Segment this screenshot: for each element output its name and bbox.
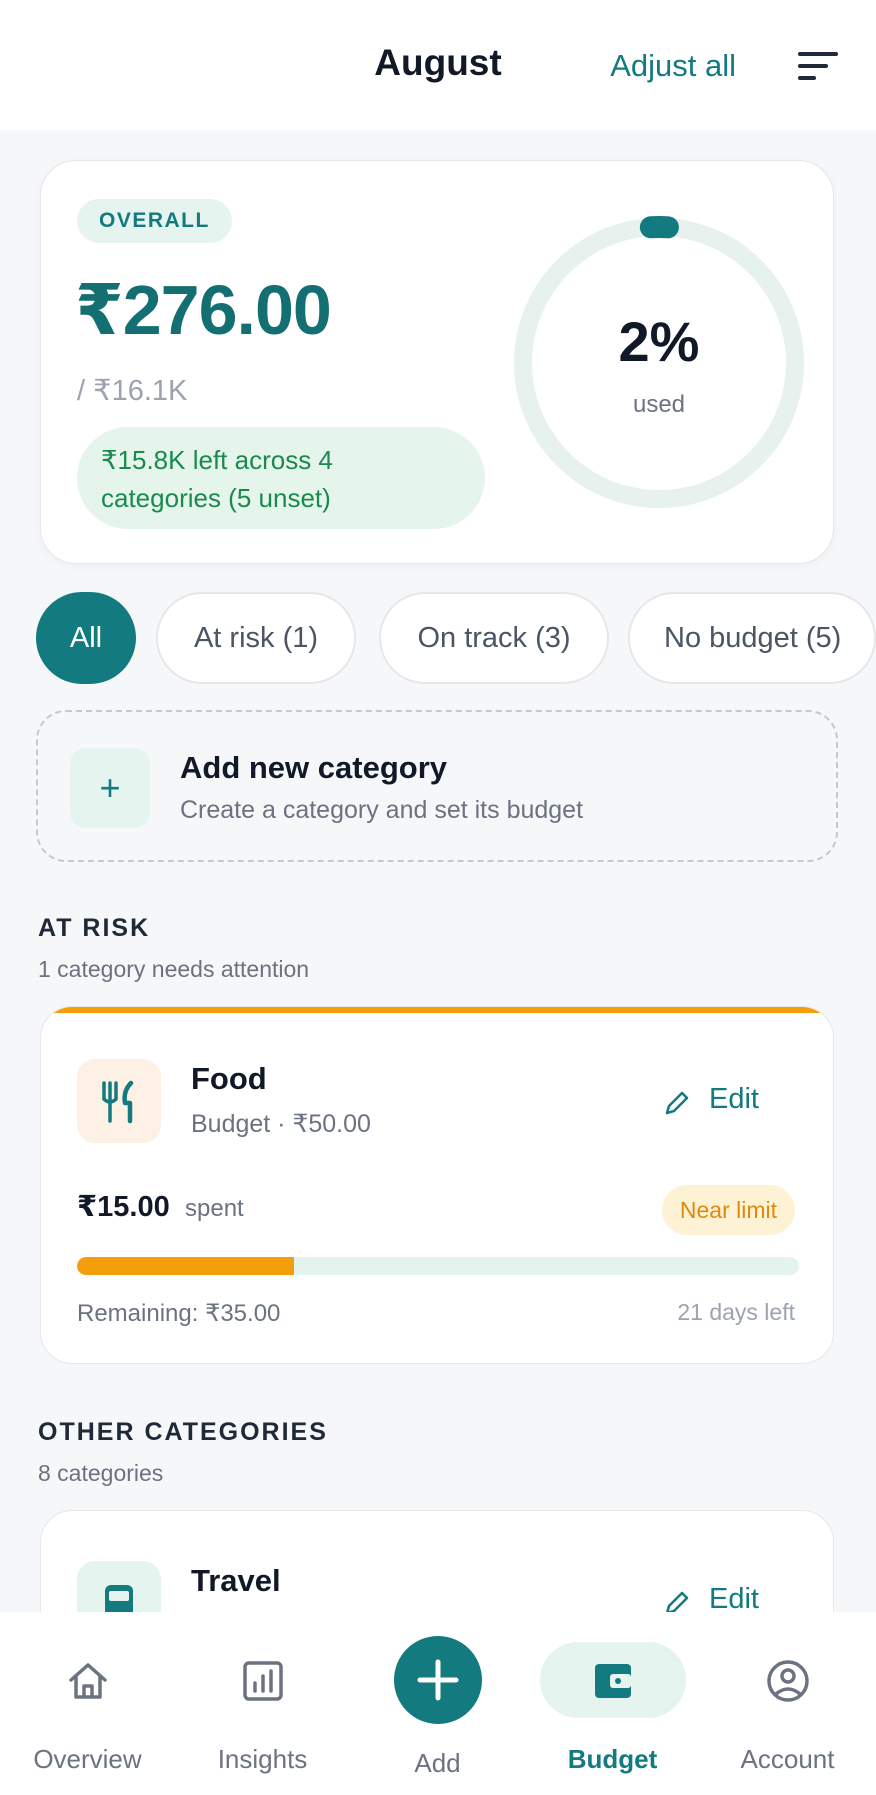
add-category-title: Add new category: [180, 750, 447, 785]
chip-all[interactable]: All: [36, 592, 136, 684]
category-budget: Budget · ₹50.00: [191, 1110, 371, 1138]
chart-icon: [242, 1661, 283, 1701]
plus-icon: [417, 1659, 458, 1701]
usage-percent: 2%: [618, 310, 700, 373]
remaining-summary-pill: ₹15.8K left across 4 categories (5 unset…: [77, 427, 485, 529]
remaining-summary-line2: categories (5 unset): [101, 483, 331, 513]
plus-icon: +: [70, 748, 150, 828]
category-name: Travel: [191, 1563, 281, 1598]
chip-no-budget[interactable]: No budget (5): [628, 592, 876, 684]
pencil-icon: [665, 1091, 689, 1115]
nav-overview-label: Overview: [33, 1744, 142, 1774]
nav-overview[interactable]: Overview: [0, 1612, 175, 1795]
add-category-subtitle: Create a category and set its budget: [180, 796, 584, 824]
remaining-amount: Remaining: ₹35.00: [77, 1300, 281, 1327]
add-fab-button[interactable]: [393, 1636, 482, 1724]
bottom-navigation: Overview Insights Add Budget Account: [0, 1612, 876, 1795]
chip-on-track[interactable]: On track (3): [379, 592, 609, 684]
nav-insights[interactable]: Insights: [175, 1612, 350, 1795]
at-risk-heading: AT RISK: [38, 914, 151, 942]
other-categories-subtitle: 8 categories: [38, 1460, 164, 1486]
nav-insights-label: Insights: [217, 1744, 308, 1774]
edit-button[interactable]: Edit: [663, 1081, 773, 1125]
edit-label: Edit: [709, 1083, 759, 1115]
nav-add[interactable]: Add: [350, 1612, 525, 1795]
adjust-all-button[interactable]: Adjust all: [610, 48, 736, 84]
days-left: 21 days left: [677, 1299, 795, 1325]
nav-add-label: Add: [414, 1748, 461, 1778]
add-category-button[interactable]: + Add new category Create a category and…: [36, 710, 838, 862]
nav-budget[interactable]: Budget: [525, 1612, 700, 1795]
overall-spent-amount: ₹276.00: [75, 271, 332, 349]
filter-chips: All At risk (1) On track (3) No budget (…: [36, 592, 876, 684]
nav-account-label: Account: [740, 1744, 835, 1774]
budget-progress-fill: [77, 1257, 294, 1275]
page-title: August: [374, 42, 502, 83]
other-categories-heading: OTHER CATEGORIES: [38, 1418, 328, 1446]
budget-progress-bar: [77, 1257, 799, 1275]
chip-at-risk[interactable]: At risk (1): [156, 592, 356, 684]
category-card-food[interactable]: Food Budget · ₹50.00 Edit ₹15.00 spent N…: [40, 1006, 834, 1364]
at-risk-subtitle: 1 category needs attention: [38, 956, 310, 982]
fork-knife-icon: [77, 1059, 161, 1143]
usage-label: used: [632, 391, 686, 418]
spent-amount: ₹15.00: [77, 1191, 170, 1223]
wallet-icon: [594, 1664, 631, 1698]
overall-budget-total: / ₹16.1K: [77, 375, 188, 407]
risk-indicator-bar: [41, 1007, 833, 1013]
remaining-summary-line1: ₹15.8K left across 4: [101, 445, 333, 475]
spent-label: spent: [185, 1195, 244, 1222]
home-icon: [68, 1663, 107, 1699]
status-badge: Near limit: [661, 1185, 795, 1235]
overall-label: OVERALL: [77, 199, 232, 243]
overall-summary-card: OVERALL ₹276.00 / ₹16.1K ₹15.8K left acr…: [40, 160, 834, 564]
user-icon: [766, 1660, 809, 1702]
sort-icon[interactable]: [796, 50, 840, 82]
top-app-bar: August Adjust all: [0, 0, 876, 130]
category-name: Food: [191, 1061, 267, 1096]
nav-account[interactable]: Account: [700, 1612, 875, 1795]
nav-budget-label: Budget: [567, 1744, 658, 1774]
